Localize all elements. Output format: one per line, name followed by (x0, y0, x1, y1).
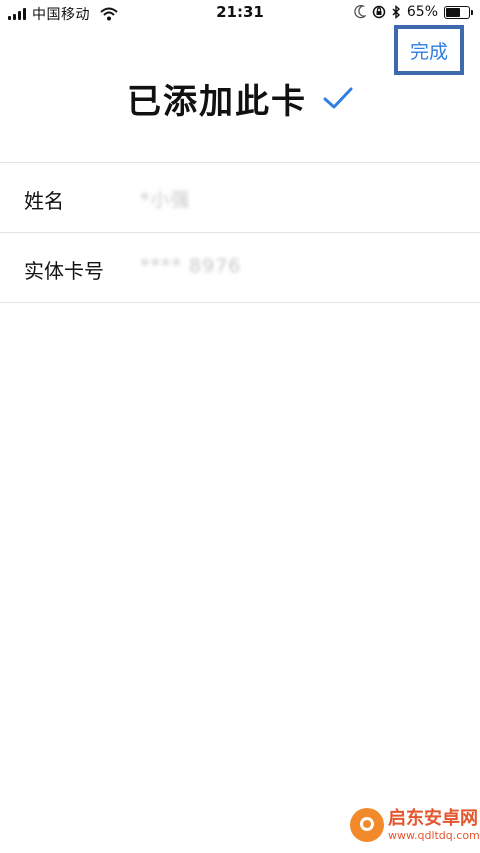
status-right: 65% (354, 4, 473, 20)
orientation-lock-icon (372, 5, 386, 19)
card-number-label: 实体卡号 (24, 259, 104, 283)
done-highlight-frame: 完成 (394, 25, 464, 75)
carrier-name: 中国移动 (32, 7, 90, 23)
title-row: 已添加此卡 (0, 76, 480, 122)
watermark-title: 启东安卓网 (388, 807, 478, 829)
status-left: 中国移动 (8, 4, 118, 24)
name-label: 姓名 (24, 189, 64, 213)
page-title: 已添加此卡 (127, 81, 307, 122)
card-info-list: 姓名 *小强 实体卡号 **** 8976 (0, 162, 480, 303)
signal-icon (8, 8, 26, 20)
name-row: 姓名 *小强 (0, 163, 480, 233)
card-number-row: 实体卡号 **** 8976 (0, 233, 480, 303)
status-bar: 中国移动 21:31 65% (0, 0, 480, 26)
battery-percent: 65% (406, 4, 438, 20)
wifi-icon (100, 7, 118, 21)
watermark-text: 启东安卓网 www.qdltdq.com (388, 807, 480, 842)
name-value: *小强 (140, 189, 191, 211)
battery-fill (446, 7, 460, 17)
moon-icon (354, 5, 366, 19)
watermark-url: www.qdltdq.com (388, 828, 480, 842)
bluetooth-icon (392, 5, 400, 19)
watermark-logo-icon (350, 808, 384, 842)
checkmark-icon (323, 87, 353, 109)
card-number-value: **** 8976 (140, 255, 242, 277)
battery-icon (444, 5, 473, 19)
done-button[interactable]: 完成 (398, 29, 460, 71)
watermark: 启东安卓网 www.qdltdq.com (350, 808, 480, 842)
